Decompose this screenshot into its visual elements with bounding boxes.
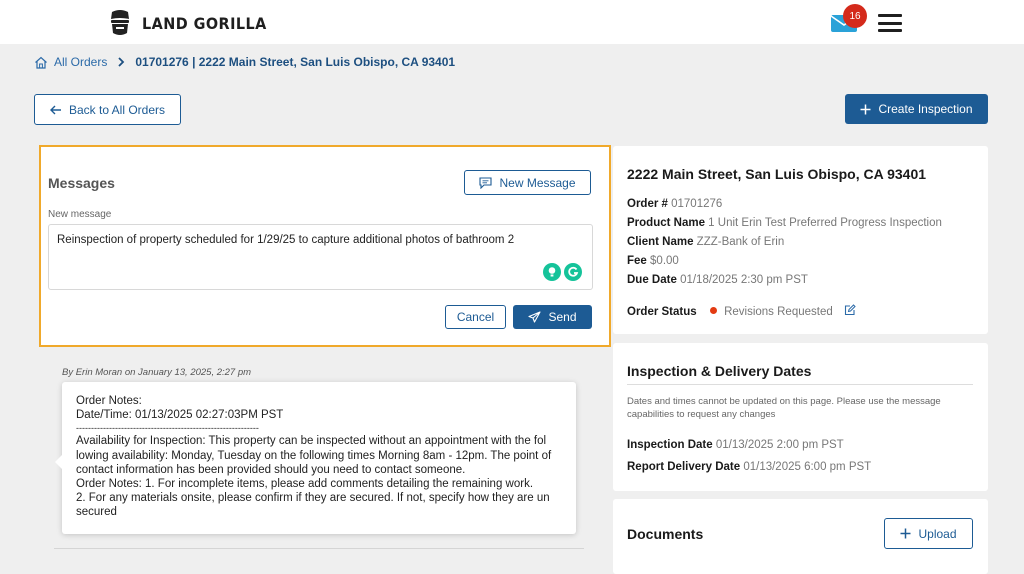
inspection-date-label: Inspection Date [627, 439, 713, 451]
edit-icon[interactable] [844, 304, 856, 316]
new-message-button[interactable]: New Message [464, 170, 591, 195]
upload-button[interactable]: Upload [884, 518, 973, 549]
message-line: secured [76, 506, 117, 519]
field-value: ZZZ-Bank of Erin [696, 236, 785, 248]
field-label: Client Name [627, 236, 694, 248]
message-draft[interactable]: Reinspection of property scheduled for 1… [57, 234, 514, 246]
documents-card: Documents Upload [613, 499, 988, 574]
field-client-name: Client Name ZZZ-Bank of Erin [627, 236, 784, 248]
cancel-label: Cancel [456, 310, 495, 324]
new-message-label: New Message [499, 175, 576, 190]
messages-panel: Messages New Message New message Reinspe… [39, 145, 611, 347]
message-line: Date/Time: 01/13/2025 02:27:03PM PST [76, 409, 284, 422]
field-order-number: Order # 01701276 [627, 198, 722, 210]
home-icon[interactable] [34, 56, 48, 69]
plus-icon [900, 528, 911, 539]
field-label: Order # [627, 198, 668, 210]
field-product-name: Product Name 1 Unit Erin Test Preferred … [627, 217, 942, 229]
plus-icon [860, 104, 871, 114]
top-bar: LAND GORILLA 16 [0, 0, 1024, 44]
field-value: 01701276 [671, 198, 723, 210]
order-status-row: Order Status Revisions Requested [627, 304, 856, 318]
back-to-orders-button[interactable]: Back to All Orders [34, 94, 181, 125]
brand-logo[interactable]: LAND GORILLA [108, 9, 281, 37]
back-label: Back to All Orders [68, 102, 166, 117]
message-icon [479, 176, 493, 189]
create-inspection-button[interactable]: Create Inspection [845, 94, 988, 124]
delivery-date-value: 01/13/2025 6:00 pm PST [743, 461, 872, 473]
send-label: Send [548, 310, 577, 324]
notification-badge[interactable]: 16 [843, 4, 867, 28]
send-icon [528, 311, 542, 323]
breadcrumb: All Orders 01701276 | 2222 Main Street, … [34, 55, 455, 69]
grammarly-widget[interactable] [543, 263, 582, 281]
status-dot-icon [709, 307, 717, 315]
messages-title: Messages [48, 175, 115, 191]
documents-title: Documents [627, 526, 704, 542]
dates-title: Inspection & Delivery Dates [627, 363, 812, 379]
delivery-date-label: Report Delivery Date [627, 461, 741, 473]
field-value: $0.00 [650, 255, 679, 267]
grammarly-icon[interactable] [564, 263, 582, 281]
order-status-value: Revisions Requested [724, 306, 833, 318]
inspection-date-row: Inspection Date 01/13/2025 2:00 pm PST [627, 439, 844, 451]
chevron-right-icon [118, 57, 125, 67]
breadcrumb-all-orders[interactable]: All Orders [54, 55, 107, 69]
message-bubble: Order Notes: Date/Time: 01/13/2025 02:27… [55, 382, 576, 534]
breadcrumb-current: 01701276 | 2222 Main Street, San Luis Ob… [135, 55, 456, 69]
message-line: Order Notes: [76, 395, 142, 407]
order-details-card: 2222 Main Street, San Luis Obispo, CA 93… [613, 146, 988, 334]
lightbulb-icon[interactable] [543, 263, 561, 281]
field-label: Fee [627, 255, 647, 267]
create-inspection-label: Create Inspection [878, 102, 973, 116]
message-line: Availability for Inspection: This proper… [76, 435, 547, 448]
cancel-button[interactable]: Cancel [445, 305, 506, 329]
order-status-label: Order Status [627, 306, 697, 318]
order-address: 2222 Main Street, San Luis Obispo, CA 93… [627, 166, 927, 182]
message-input[interactable]: Reinspection of property scheduled for 1… [48, 224, 593, 290]
delivery-date-row: Report Delivery Date 01/13/2025 6:00 pm … [627, 461, 871, 473]
field-value: 01/18/2025 2:30 pm PST [680, 274, 808, 286]
field-fee: Fee $0.00 [627, 255, 679, 267]
message-line: lowing availability: Monday, Tuesday on … [76, 449, 552, 462]
divider [54, 548, 584, 549]
message-line: 2. For any materials onsite, please conf… [76, 492, 550, 505]
divider [627, 384, 973, 385]
new-message-field-label: New message [48, 209, 112, 220]
message-thread: By Erin Moran on January 13, 2025, 2:27 … [54, 362, 584, 552]
dates-note: Dates and times cannot be updated on thi… [627, 396, 941, 420]
message-line: ----------------------------------------… [76, 423, 259, 434]
menu-icon[interactable] [878, 14, 902, 32]
dates-card: Inspection & Delivery Dates Dates and ti… [613, 343, 988, 491]
field-value: 1 Unit Erin Test Preferred Progress Insp… [708, 217, 942, 229]
field-label: Due Date [627, 274, 677, 286]
message-line: contact information has been provided sh… [76, 463, 466, 476]
gorilla-logo-icon [111, 10, 129, 35]
field-label: Product Name [627, 217, 705, 229]
brand-name: LAND GORILLA [142, 13, 267, 33]
arrow-left-icon [49, 105, 61, 114]
message-line: Order Notes: 1. For incomplete items, pl… [76, 478, 534, 491]
upload-label: Upload [918, 526, 957, 541]
send-button[interactable]: Send [513, 305, 592, 329]
inspection-date-value: 01/13/2025 2:00 pm PST [715, 439, 844, 451]
message-author: By Erin Moran on January 13, 2025, 2:27 … [62, 367, 252, 378]
field-due-date: Due Date 01/18/2025 2:30 pm PST [627, 274, 808, 286]
